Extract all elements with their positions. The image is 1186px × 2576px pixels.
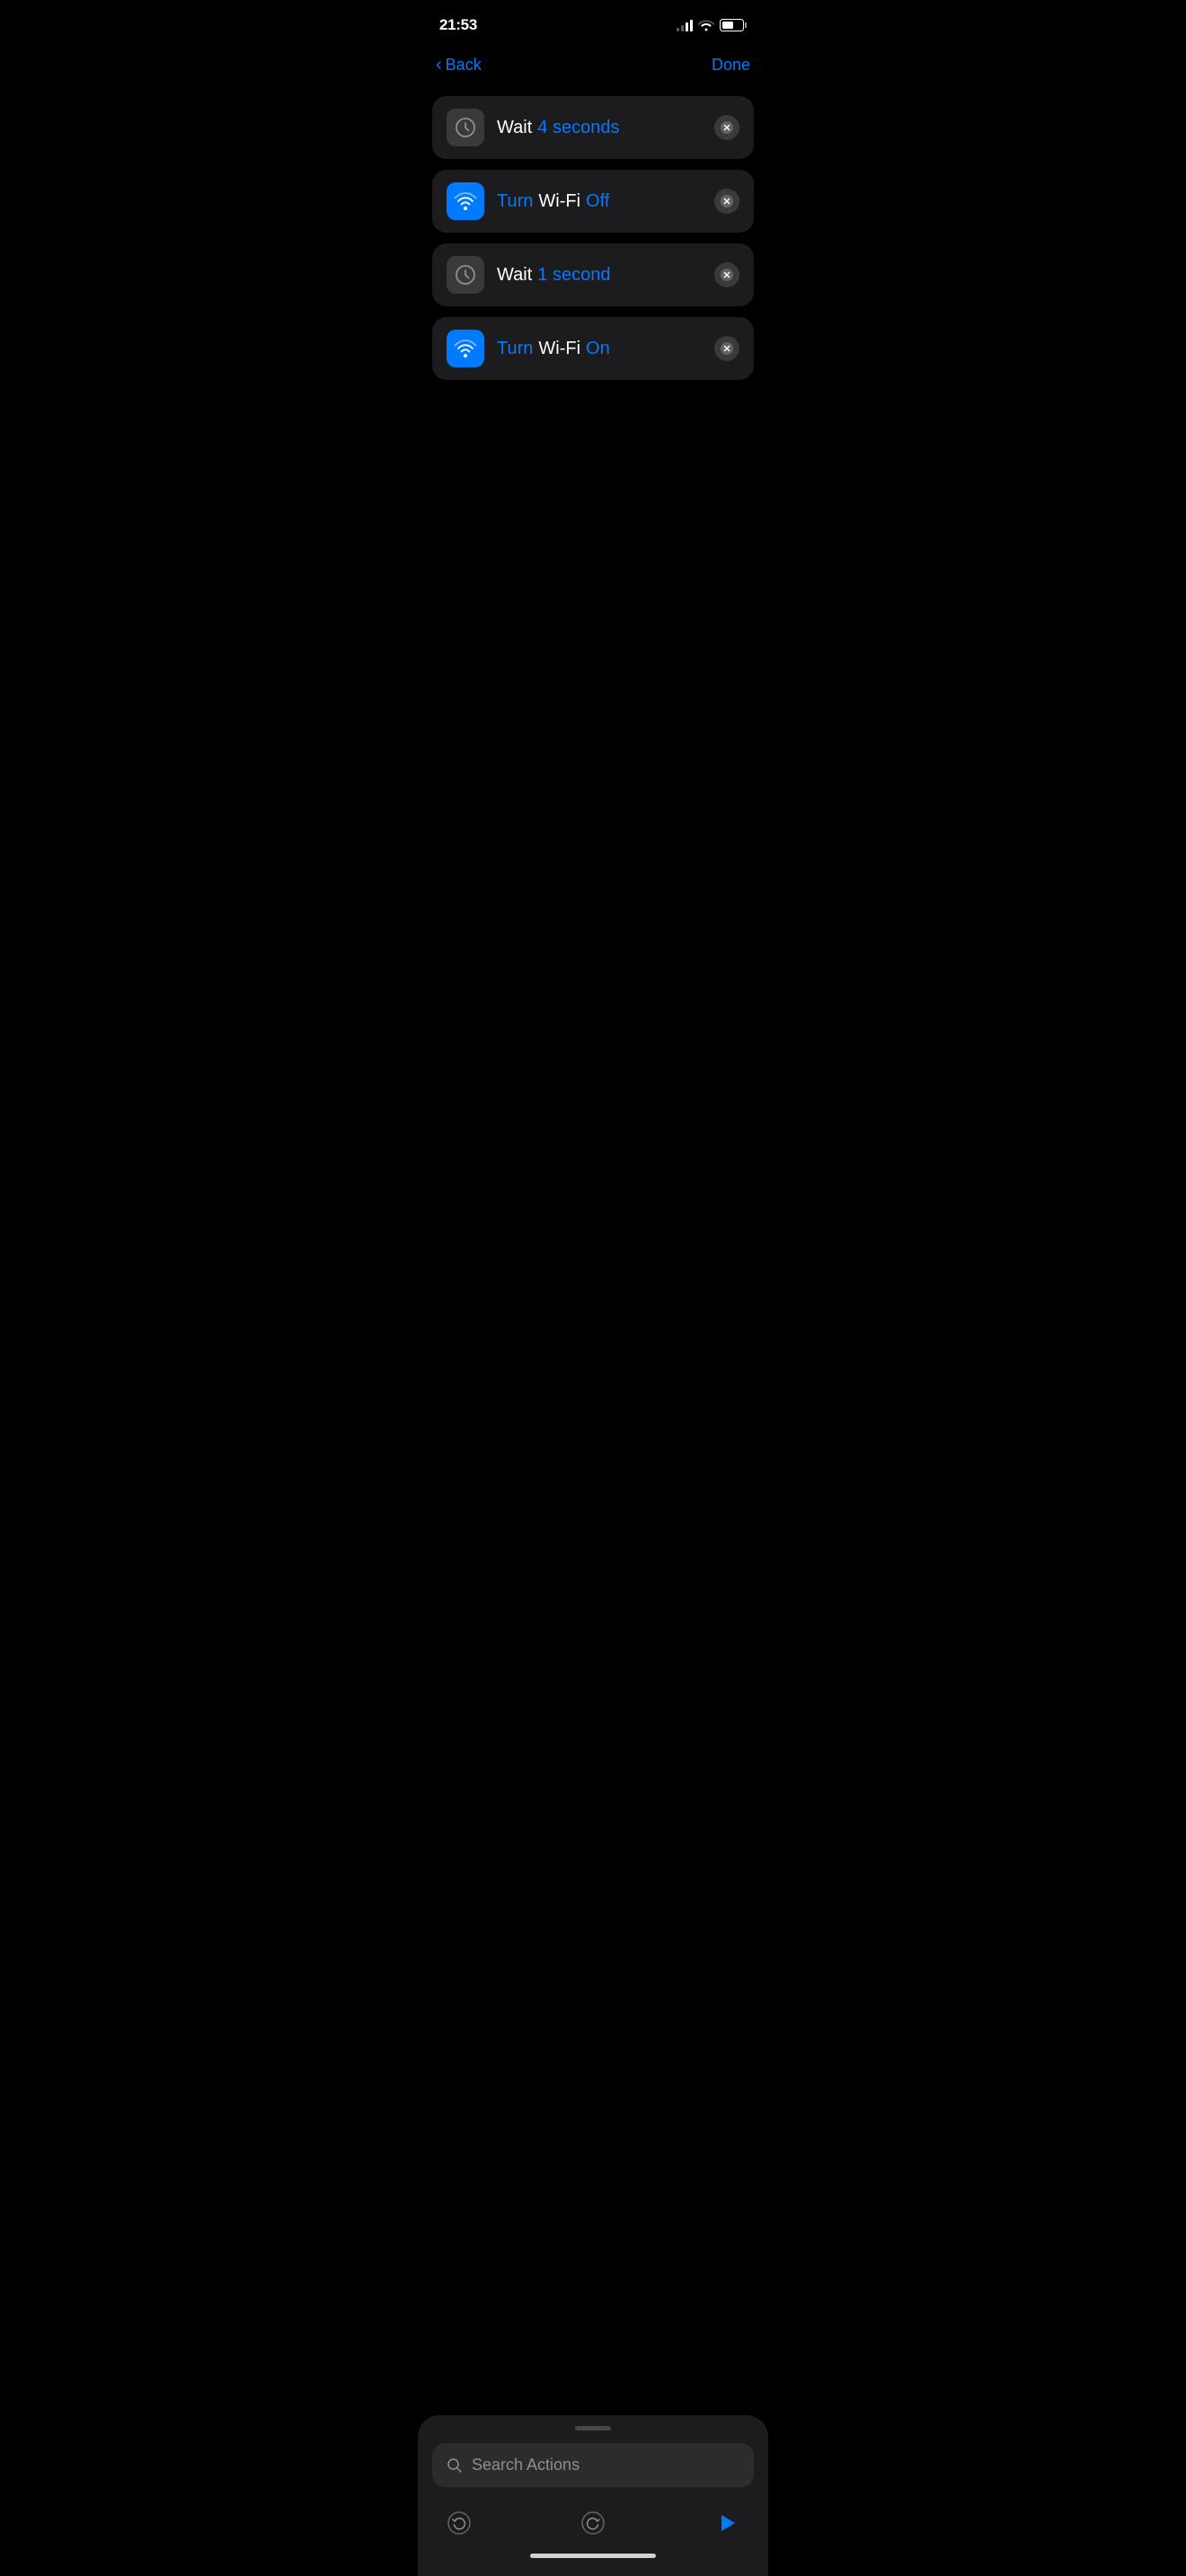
home-indicator bbox=[530, 2554, 656, 2558]
signal-bars-icon bbox=[677, 19, 693, 31]
remove-wifi-on-button[interactable] bbox=[714, 336, 739, 361]
wifi-svg-off bbox=[454, 191, 477, 211]
wait-label-1: Wait bbox=[497, 118, 532, 138]
close-icon-2 bbox=[721, 195, 733, 207]
wait-label-2: Wait bbox=[497, 265, 532, 286]
wait-duration-1: 4 seconds bbox=[537, 118, 619, 138]
status-icons bbox=[677, 19, 747, 31]
close-icon-1 bbox=[721, 121, 733, 134]
action-card-wait-4s[interactable]: Wait 4 seconds bbox=[432, 96, 754, 159]
actions-list: Wait 4 seconds Turn Wi-F bbox=[418, 89, 768, 387]
clock-svg-1 bbox=[454, 116, 477, 139]
play-button[interactable] bbox=[707, 2503, 747, 2543]
bottom-toolbar bbox=[432, 2500, 754, 2546]
back-chevron-icon: ‹ bbox=[436, 56, 442, 74]
remove-wait-1s-button[interactable] bbox=[714, 262, 739, 287]
search-actions-placeholder: Search Actions bbox=[472, 2456, 580, 2475]
action-text-wait-4s: Wait 4 seconds bbox=[497, 118, 619, 138]
undo-icon bbox=[447, 2510, 472, 2536]
clock-icon-2 bbox=[447, 256, 484, 294]
off-label: Off bbox=[586, 191, 609, 212]
status-bar: 21:53 bbox=[418, 0, 768, 45]
clock-icon-1 bbox=[447, 109, 484, 146]
status-time: 21:53 bbox=[439, 16, 477, 34]
action-text-wifi-off: Turn Wi-Fi Off bbox=[497, 191, 609, 212]
on-label: On bbox=[586, 339, 610, 359]
nav-bar: ‹ Back Done bbox=[418, 45, 768, 89]
turn-label-on: Turn bbox=[497, 339, 533, 359]
undo-button[interactable] bbox=[439, 2503, 479, 2543]
back-button[interactable]: ‹ Back bbox=[436, 56, 482, 75]
back-label: Back bbox=[446, 56, 482, 75]
close-icon-4 bbox=[721, 342, 733, 355]
wifi-svg-on bbox=[454, 339, 477, 358]
search-icon bbox=[447, 2457, 463, 2474]
action-card-wait-1s[interactable]: Wait 1 second bbox=[432, 243, 754, 306]
action-left-wifi-on: Turn Wi-Fi On bbox=[447, 330, 610, 367]
wifi-icon-off bbox=[447, 182, 484, 220]
search-actions-bar[interactable]: Search Actions bbox=[432, 2443, 754, 2487]
wifi-status-icon bbox=[698, 19, 714, 31]
battery-icon bbox=[720, 19, 747, 31]
wifi-label-on: Wi-Fi bbox=[538, 339, 580, 359]
action-left-wifi-off: Turn Wi-Fi Off bbox=[447, 182, 609, 220]
redo-button[interactable] bbox=[573, 2503, 613, 2543]
action-text-wifi-on: Turn Wi-Fi On bbox=[497, 339, 610, 359]
wifi-icon-on bbox=[447, 330, 484, 367]
remove-wait-4s-button[interactable] bbox=[714, 115, 739, 140]
remove-wifi-off-button[interactable] bbox=[714, 189, 739, 214]
done-button[interactable]: Done bbox=[712, 56, 750, 75]
redo-icon bbox=[580, 2510, 606, 2536]
turn-label-off: Turn bbox=[497, 191, 533, 212]
play-icon bbox=[714, 2510, 739, 2536]
wait-duration-2: 1 second bbox=[537, 265, 610, 286]
clock-svg-2 bbox=[454, 263, 477, 287]
close-icon-3 bbox=[721, 269, 733, 281]
action-left-wait-1s: Wait 1 second bbox=[447, 256, 610, 294]
bottom-handle bbox=[575, 2426, 611, 2430]
action-text-wait-1s: Wait 1 second bbox=[497, 265, 610, 286]
action-card-wifi-off[interactable]: Turn Wi-Fi Off bbox=[432, 170, 754, 233]
bottom-panel: Search Actions bbox=[418, 2415, 768, 2576]
action-left: Wait 4 seconds bbox=[447, 109, 619, 146]
wifi-label-off: Wi-Fi bbox=[538, 191, 580, 212]
action-card-wifi-on[interactable]: Turn Wi-Fi On bbox=[432, 317, 754, 380]
